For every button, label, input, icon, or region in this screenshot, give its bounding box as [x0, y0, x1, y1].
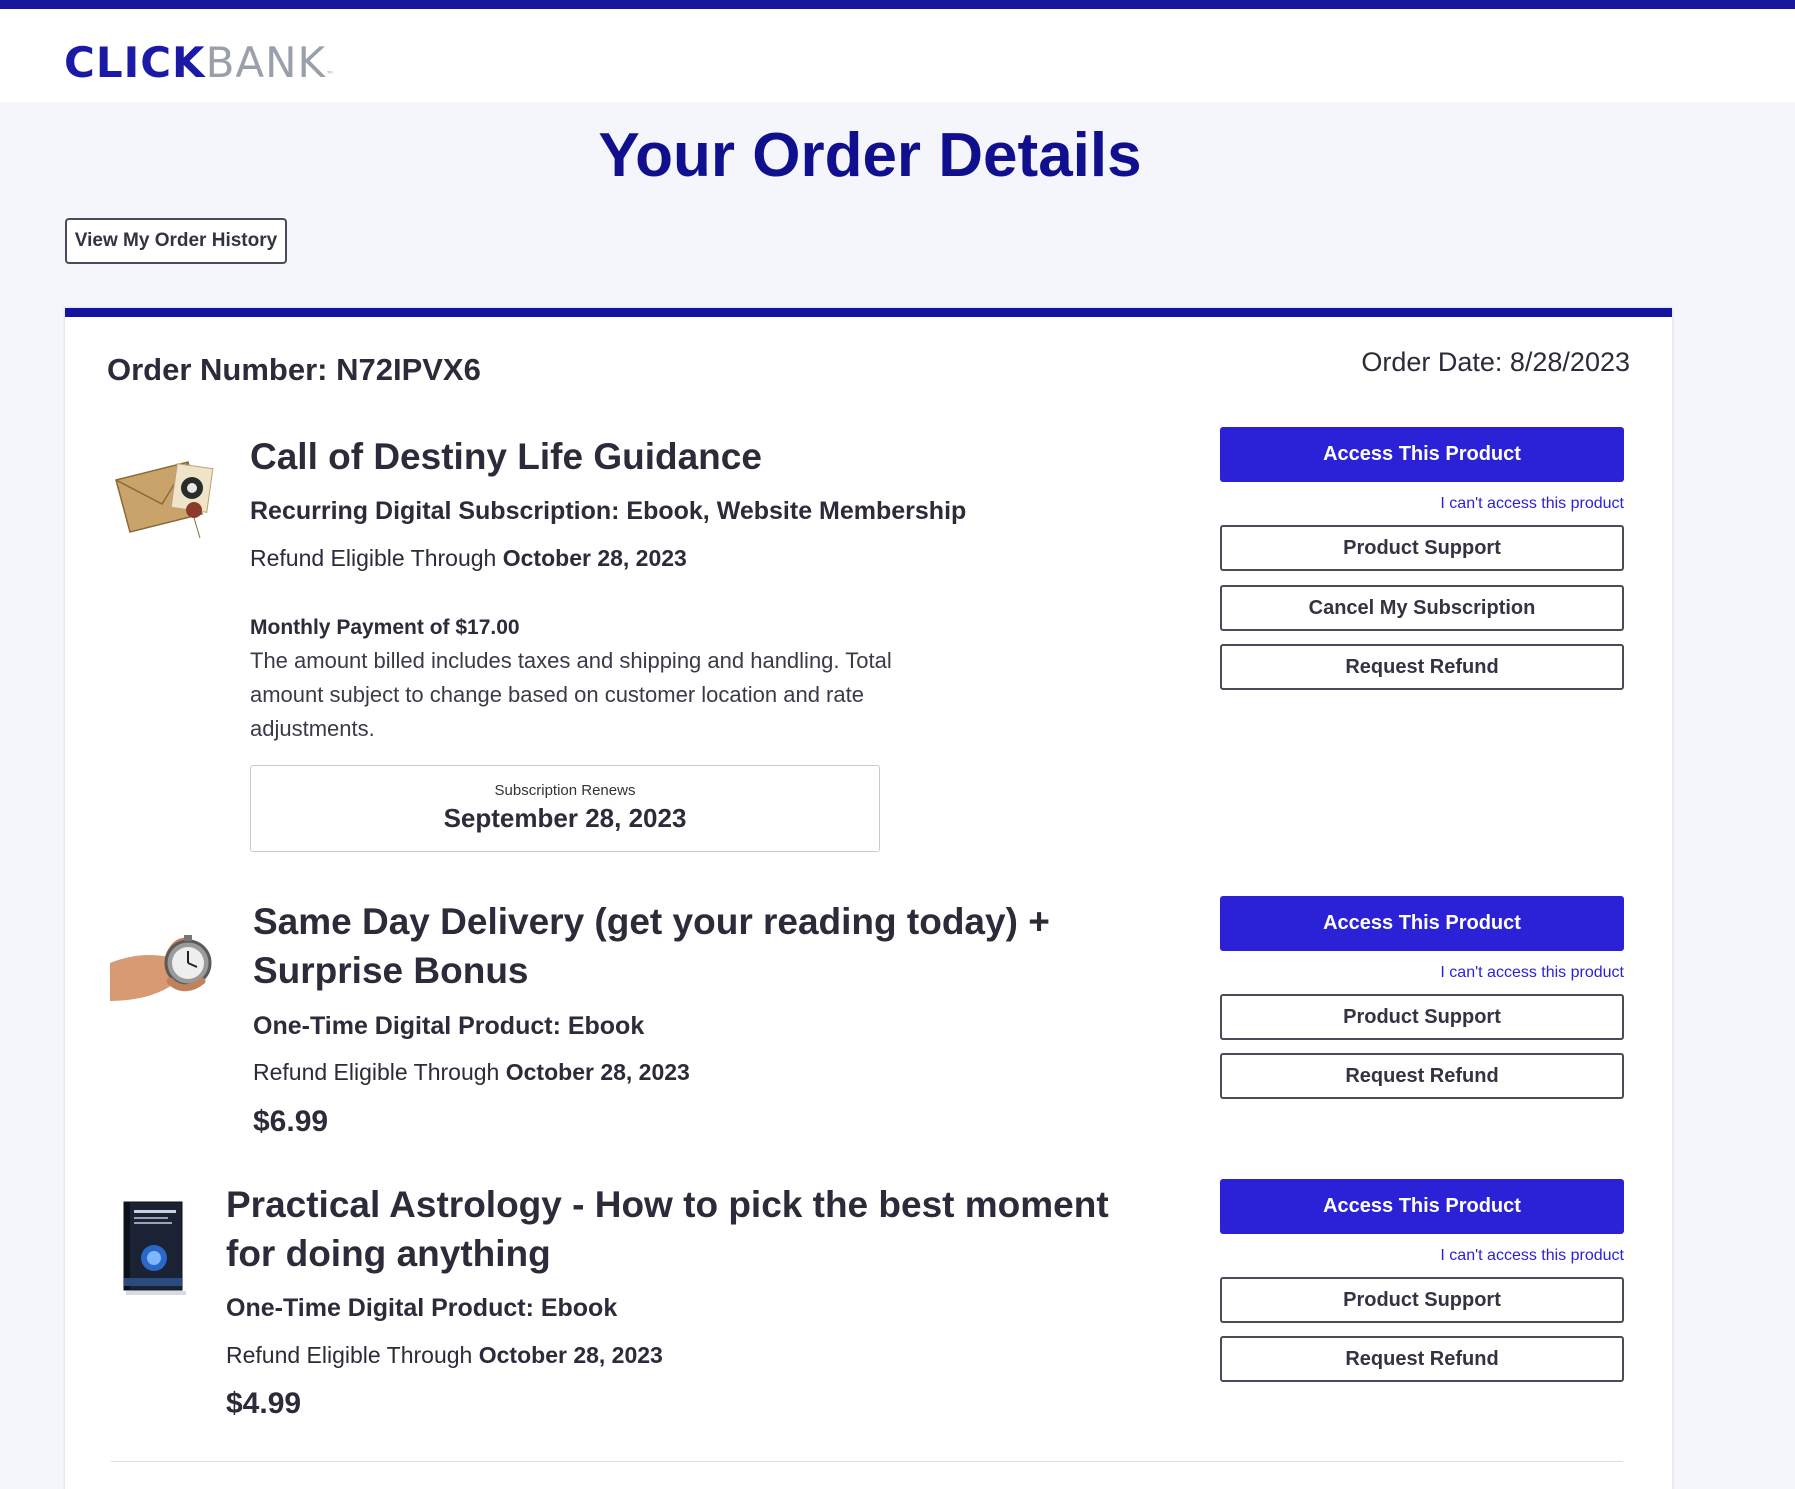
product-support-button[interactable]: Product Support: [1220, 994, 1624, 1040]
product-title: Call of Destiny Life Guidance: [250, 436, 762, 477]
payment-note: The amount billed includes taxes and shi…: [250, 648, 892, 741]
product-support-button[interactable]: Product Support: [1220, 1277, 1624, 1323]
order-date: Order Date: 8/28/2023: [1361, 347, 1630, 377]
cant-access-link[interactable]: I can't access this product: [1220, 1247, 1624, 1265]
product-support-button[interactable]: Product Support: [1220, 525, 1624, 571]
view-order-history-button[interactable]: View My Order History: [65, 218, 287, 264]
cant-access-link[interactable]: I can't access this product: [1220, 495, 1624, 513]
product-price: $6.99: [253, 1105, 329, 1138]
item-divider: [111, 1461, 1623, 1462]
product-title: Practical Astrology - How to pick the be…: [226, 1184, 1109, 1274]
refund-date: October 28, 2023: [502, 545, 687, 571]
refund-date: October 28, 2023: [478, 1342, 663, 1368]
site-header: CLICKBANK™: [0, 9, 1795, 102]
top-accent-bar: [0, 0, 1795, 9]
request-refund-button[interactable]: Request Refund: [1220, 1053, 1624, 1099]
access-product-button[interactable]: Access This Product: [1220, 1179, 1624, 1234]
cant-access-link[interactable]: I can't access this product: [1220, 964, 1624, 982]
refund-prefix: Refund Eligible Through: [226, 1342, 479, 1368]
refund-prefix: Refund Eligible Through: [253, 1059, 506, 1085]
refund-eligibility: Refund Eligible Through October 28, 2023: [253, 1059, 690, 1086]
logo-text-click: CLICK: [64, 38, 206, 87]
refund-eligibility: Refund Eligible Through October 28, 2023: [226, 1342, 663, 1369]
cancel-subscription-button[interactable]: Cancel My Subscription: [1220, 585, 1624, 631]
product-type: One-Time Digital Product: Ebook: [253, 1012, 645, 1040]
clickbank-logo[interactable]: CLICKBANK™: [64, 39, 335, 99]
logo-text-bank: BANK: [205, 38, 327, 87]
ebook-cover-thumbnail-icon: [123, 1201, 186, 1295]
renew-date: September 28, 2023: [443, 803, 687, 833]
product-price: $4.99: [226, 1387, 302, 1420]
refund-prefix: Refund Eligible Through: [250, 545, 503, 571]
stopwatch-hand-thumbnail-icon: [110, 935, 212, 1001]
envelope-thumbnail-icon: [115, 461, 214, 539]
order-card: Order Number: N72IPVX6 Order Date: 8/28/…: [65, 308, 1672, 1489]
logo-trademark: ™: [326, 70, 336, 79]
request-refund-button[interactable]: Request Refund: [1220, 644, 1624, 690]
access-product-button[interactable]: Access This Product: [1220, 427, 1624, 482]
page-title: Your Order Details: [598, 121, 1142, 190]
refund-eligibility: Refund Eligible Through October 28, 2023: [250, 545, 687, 572]
access-product-button[interactable]: Access This Product: [1220, 896, 1624, 951]
monthly-payment-label: Monthly Payment of $17.00: [250, 616, 520, 639]
refund-date: October 28, 2023: [505, 1059, 690, 1085]
product-title: Same Day Delivery (get your reading toda…: [253, 901, 1050, 991]
subscription-renews-box: Subscription Renews September 28, 2023: [250, 765, 880, 852]
order-number: Order Number: N72IPVX6: [107, 352, 481, 387]
product-type: One-Time Digital Product: Ebook: [226, 1294, 618, 1322]
product-type: Recurring Digital Subscription: Ebook, W…: [250, 497, 967, 525]
renew-label: Subscription Renews: [494, 782, 636, 799]
request-refund-button[interactable]: Request Refund: [1220, 1336, 1624, 1382]
